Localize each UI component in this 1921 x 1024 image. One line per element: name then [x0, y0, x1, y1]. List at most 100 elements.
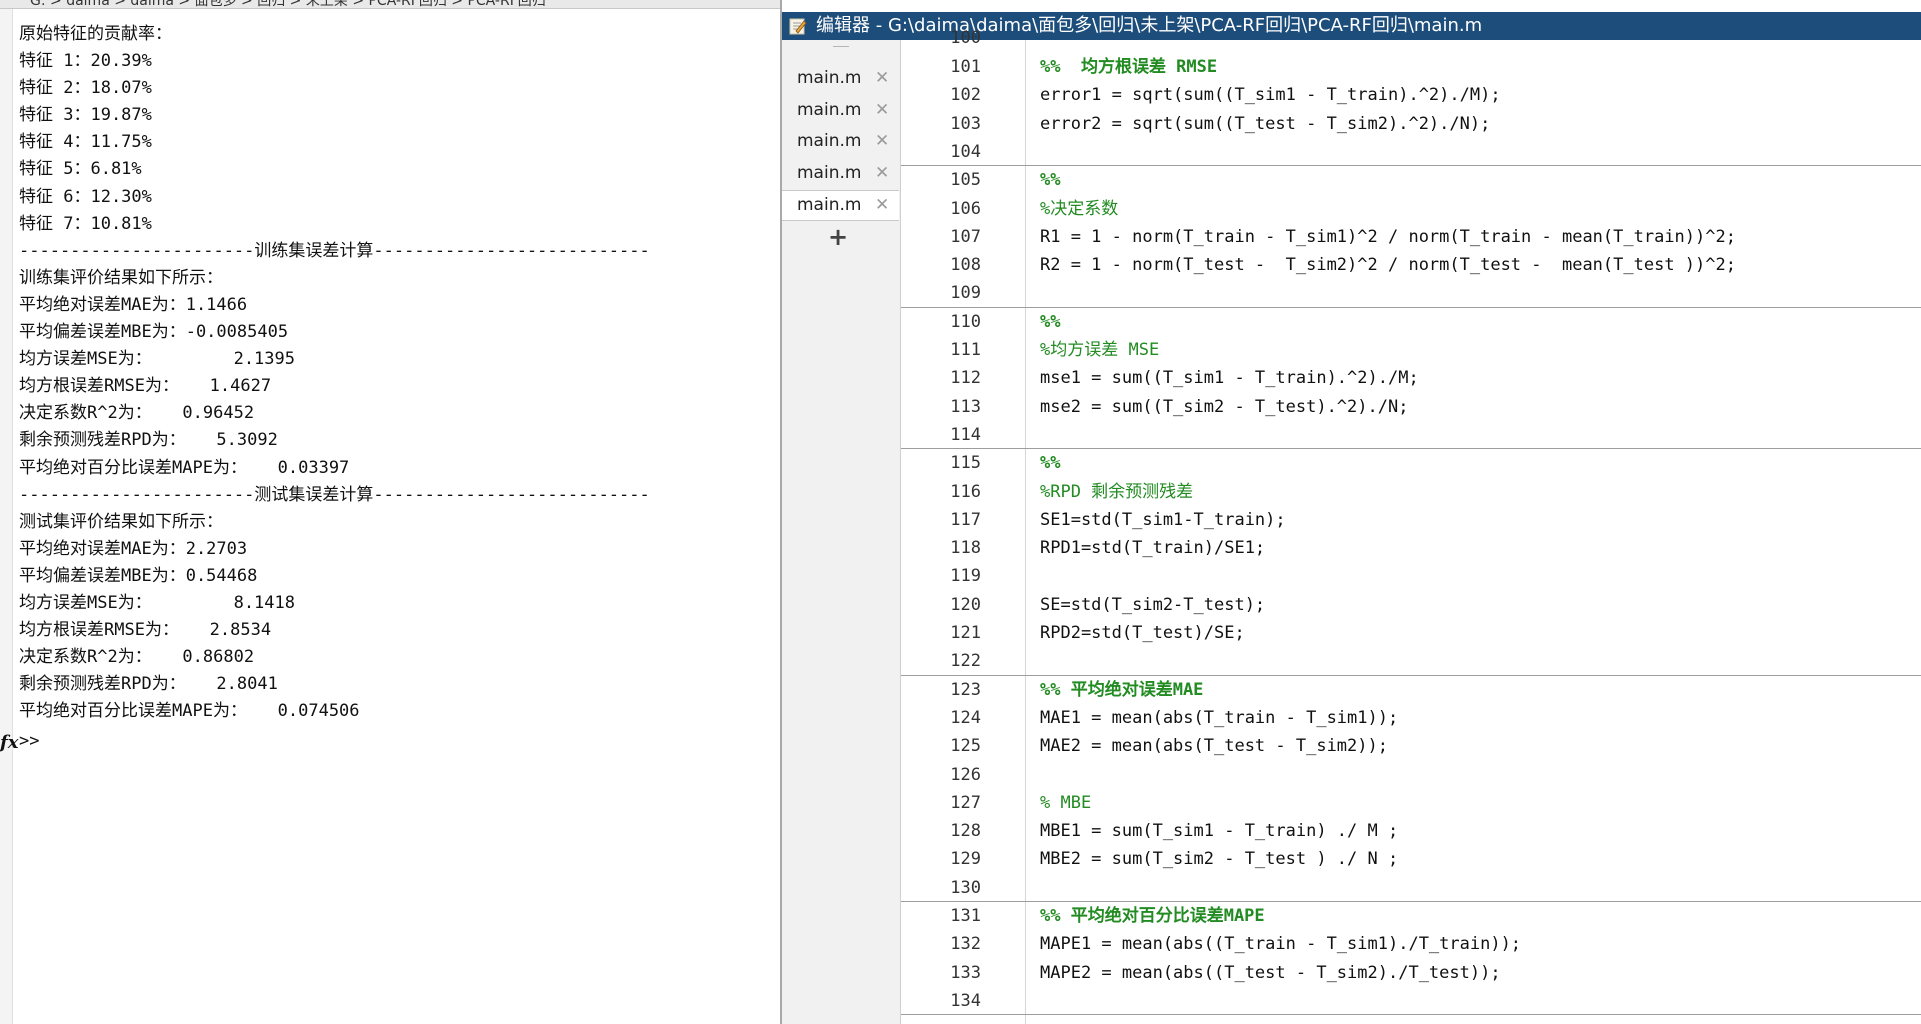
command-output-line: 原始特征的贡献率： — [19, 24, 172, 44]
line-number: 126 — [950, 764, 981, 785]
line-number: 112 — [950, 368, 981, 389]
command-prompt[interactable]: >> — [19, 731, 39, 751]
code-line[interactable]: 113 mse2 = sum((T_sim2 - T_test).^2)./N; — [901, 393, 1921, 421]
code-line[interactable]: 120 SE=std(T_sim2-T_test); — [901, 591, 1921, 619]
command-output-line: 特征 4：11.75% — [19, 132, 152, 153]
line-number: 119 — [950, 566, 981, 587]
command-output-line: 平均偏差误差MBE为：-0.0085405 — [19, 322, 289, 343]
new-tab-button[interactable]: + — [828, 223, 848, 251]
line-number: 111 — [950, 340, 981, 360]
code-line[interactable]: 106 %决定系数 — [901, 195, 1921, 223]
close-tab-icon[interactable]: ✕ — [875, 131, 889, 151]
line-number: 109 — [950, 283, 981, 304]
code-line[interactable]: 109 — [901, 279, 1921, 307]
line-number: 134 — [950, 990, 981, 1011]
breadcrumb[interactable]: G: > daima > daima > 面包多 > 回归 > 未上架 > PC… — [30, 0, 546, 8]
line-number: 106 — [950, 198, 981, 219]
command-output-line: 训练集评价结果如下所示： — [19, 267, 223, 288]
file-tab[interactable]: main.m ✕ — [782, 190, 899, 221]
file-tab[interactable]: main.m ✕ — [782, 127, 899, 156]
fx-icon[interactable]: fx — [0, 732, 18, 753]
code-text: error2 = sqrt(sum((T_test - T_sim2).^2).… — [1040, 113, 1491, 134]
command-output-line: 平均绝对百分比误差MAPE为： 0.074506 — [19, 701, 360, 722]
code-comment: %RPD 剩余预测残差 — [1040, 481, 1194, 502]
command-output-line: 平均绝对误差MAE为：2.2703 — [19, 538, 248, 559]
command-output-line: 测试集评价结果如下所示： — [19, 511, 223, 532]
file-tab-label: main.m — [797, 99, 862, 120]
line-number: 102 — [950, 85, 981, 106]
line-number: 133 — [950, 962, 981, 983]
code-line[interactable]: 128 MBE1 = sum(T_sim1 - T_train) ./ M ; — [901, 817, 1921, 845]
code-area[interactable]: 100 101 %% 均方根误差 RMSE 102 error1 = sqrt(sum… — [901, 28, 1921, 1024]
code-line[interactable]: 102 error1 = sqrt(sum((T_sim1 - T_train).… — [901, 81, 1921, 109]
code-line[interactable]: 117 SE1=std(T_sim1-T_train); — [901, 506, 1921, 534]
command-output-line: 剩余预测残差RPD为： 2.8041 — [19, 674, 278, 695]
close-tab-icon[interactable]: ✕ — [875, 195, 889, 215]
code-line[interactable]: 132 MAPE1 = mean(abs((T_train - T_sim1)./… — [901, 930, 1921, 958]
line-number: 132 — [950, 934, 981, 955]
code-text: MAE1 = mean(abs(T_train - T_sim1)); — [1040, 707, 1399, 728]
code-line[interactable]: 111 %均方误差 MSE — [901, 336, 1921, 364]
code-line[interactable]: 115%% — [901, 449, 1921, 477]
command-window[interactable]: 原始特征的贡献率： 特征 1：20.39% 特征 2：18.07% 特征 3：19.8… — [0, 9, 780, 1024]
code-line[interactable]: 129 MBE2 = sum(T_sim2 - T_test ) ./ N ; — [901, 845, 1921, 873]
command-output-line: 特征 6：12.30% — [19, 186, 152, 207]
code-line[interactable]: 110%% — [901, 308, 1921, 336]
code-text: SE=std(T_sim2-T_test); — [1040, 594, 1266, 615]
code-line[interactable]: 105%% — [901, 166, 1921, 194]
code-line[interactable]: 108 R2 = 1 - norm(T_test - T_sim2)^2 / no… — [901, 251, 1921, 279]
code-text: SE1=std(T_sim1-T_train); — [1040, 509, 1286, 530]
code-line[interactable]: 103 error2 = sqrt(sum((T_test - T_sim2).^… — [901, 110, 1921, 138]
close-tab-icon[interactable]: ✕ — [875, 163, 889, 183]
code-text: MAPE2 = mean(abs((T_test - T_sim2)./T_te… — [1040, 962, 1501, 983]
code-line[interactable]: 133 MAPE2 = mean(abs((T_test - T_sim2)./T… — [901, 959, 1921, 987]
code-line[interactable]: 126 — [901, 761, 1921, 789]
command-output-line: 均方误差MSE为： 8.1418 — [19, 592, 295, 613]
code-line[interactable]: 112 mse1 = sum((T_sim1 - T_train).^2)./M; — [901, 364, 1921, 392]
command-output-line: 决定系数R^2为： 0.96452 — [19, 403, 255, 424]
code-line[interactable]: 131 %% 平均绝对百分比误差MAPE — [901, 902, 1921, 930]
address-bar[interactable]: G: > daima > daima > 面包多 > 回归 > 未上架 > PC… — [0, 0, 782, 9]
code-line[interactable]: 124 MAE1 = mean(abs(T_train - T_sim1)); — [901, 704, 1921, 732]
code-line[interactable]: 130 — [901, 874, 1921, 902]
code-line[interactable]: 119 — [901, 562, 1921, 590]
line-number: 122 — [950, 651, 981, 672]
code-comment: % MBE — [1040, 792, 1092, 813]
code-line[interactable]: 107 R1 = 1 - norm(T_train - T_sim1)^2 / n… — [901, 223, 1921, 251]
code-line[interactable]: 127 % MBE — [901, 789, 1921, 817]
code-comment: %均方误差 MSE — [1040, 340, 1160, 360]
file-tab-rail: + main.m ✕ main.m ✕ main.m ✕ main.m ✕ main.m ✕ — [782, 40, 901, 1024]
file-tab-label: main.m — [797, 195, 862, 215]
code-line[interactable]: 125 MAE2 = mean(abs(T_test - T_sim2)); — [901, 732, 1921, 760]
code-line[interactable]: 116 %RPD 剩余预测残差 — [901, 478, 1921, 506]
code-line[interactable]: 123 %% 平均绝对误差MAE — [901, 676, 1921, 704]
code-line-partial: 100 — [901, 24, 1921, 52]
file-tab[interactable]: main.m ✕ — [782, 96, 899, 125]
code-line[interactable]: 104 — [901, 138, 1921, 166]
line-number: 101 — [950, 57, 981, 77]
command-output-line: 均方误差MSE为： 2.1395 — [19, 349, 295, 370]
file-tab[interactable]: main.m ✕ — [782, 159, 899, 188]
code-line[interactable]: 134 — [901, 987, 1921, 1015]
line-number: 124 — [950, 707, 981, 728]
line-number: 123 — [950, 679, 981, 700]
file-tab-label: main.m — [797, 162, 862, 183]
command-output-line: 平均绝对误差MAE为：1.1466 — [19, 294, 248, 315]
file-tab[interactable]: main.m ✕ — [782, 64, 899, 93]
line-number: 118 — [950, 538, 981, 559]
code-line[interactable]: 121 RPD2=std(T_test)/SE; — [901, 619, 1921, 647]
close-tab-icon[interactable]: ✕ — [875, 68, 889, 88]
code-line[interactable]: 118 RPD1=std(T_train)/SE1; — [901, 534, 1921, 562]
line-number: 117 — [950, 509, 981, 530]
command-output-line: 均方根误差RMSE为： 1.4627 — [19, 376, 272, 397]
code-line[interactable]: 101 %% 均方根误差 RMSE — [901, 53, 1921, 81]
code-text: MBE1 = sum(T_sim1 - T_train) ./ M ; — [1040, 821, 1399, 842]
command-output-line: 剩余预测残差RPD为： 5.3092 — [19, 430, 278, 451]
line-number: 115 — [950, 453, 981, 474]
code-line[interactable]: 122 — [901, 647, 1921, 675]
close-tab-icon[interactable]: ✕ — [875, 100, 889, 120]
line-number: 131 — [950, 906, 981, 926]
code-line[interactable]: 114 — [901, 421, 1921, 449]
line-number: 113 — [950, 396, 981, 417]
line-number: 129 — [950, 849, 981, 870]
